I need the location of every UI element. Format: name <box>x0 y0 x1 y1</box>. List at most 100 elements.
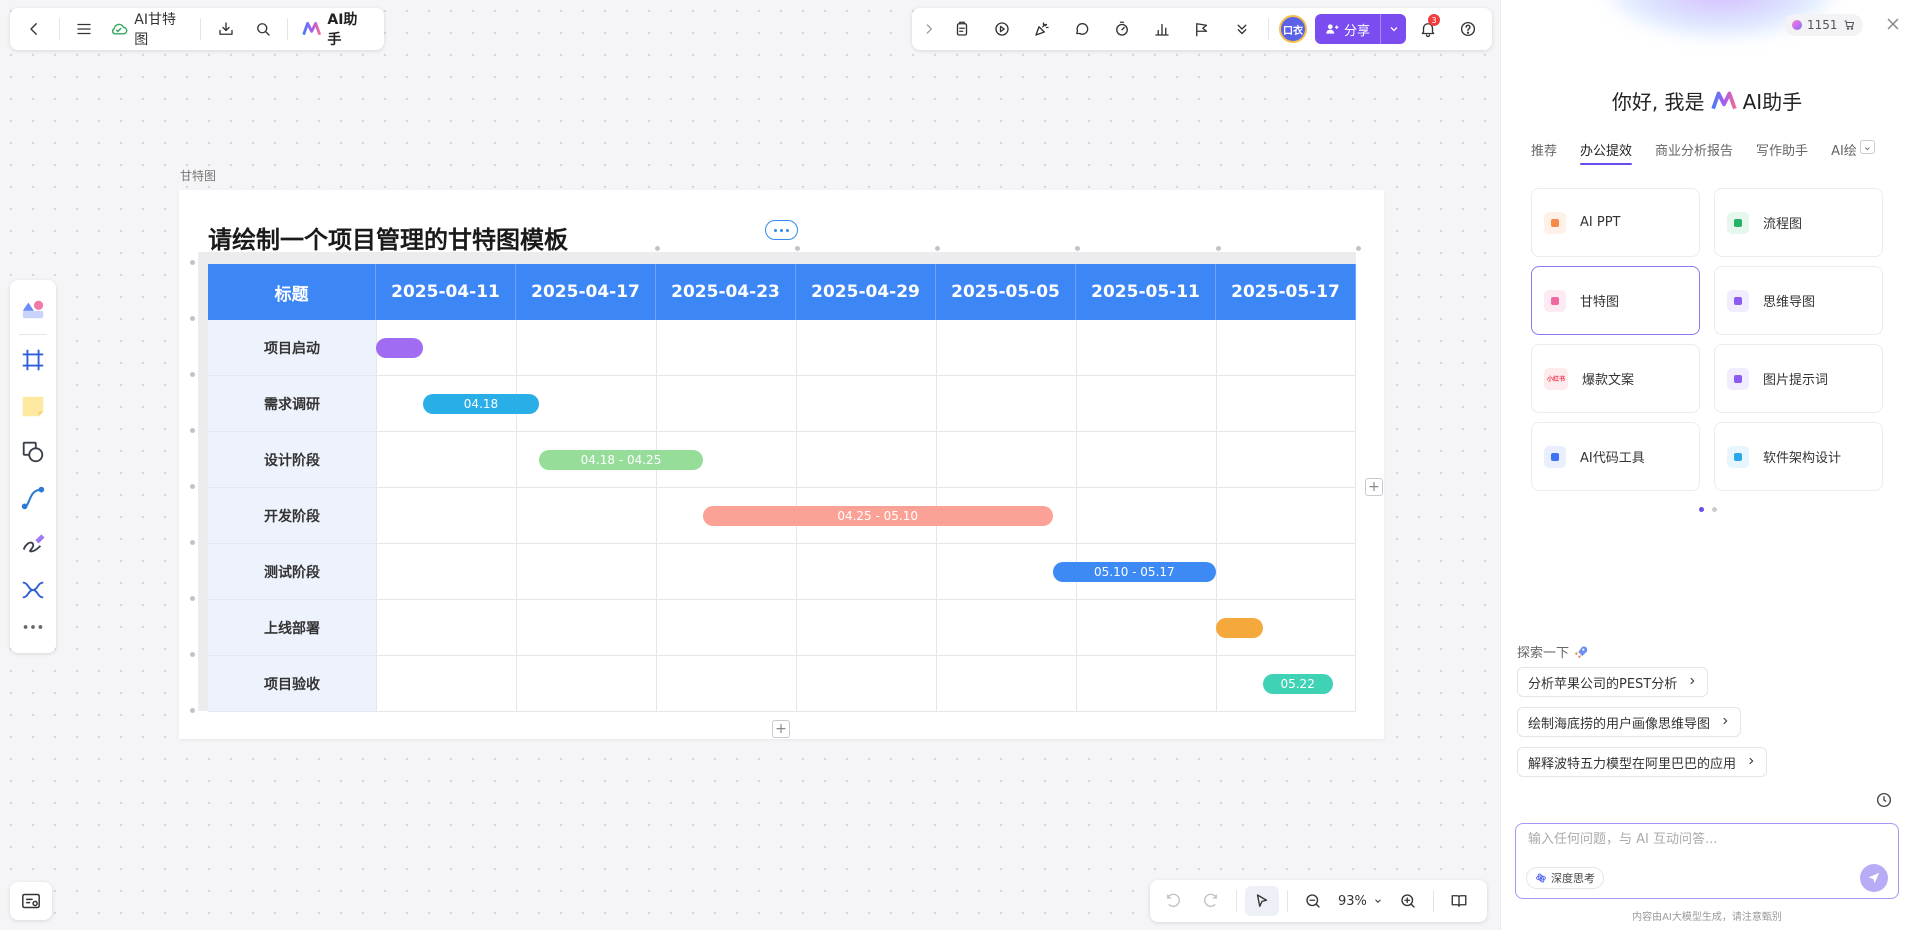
timer-button[interactable] <box>1104 14 1140 44</box>
more-tools-button[interactable] <box>1224 14 1260 44</box>
tool-card[interactable]: 图片提示词 <box>1714 344 1883 413</box>
tool-card[interactable]: 思维导图 <box>1714 266 1883 335</box>
back-button[interactable] <box>18 14 51 44</box>
tool-card[interactable]: 软件架构设计 <box>1714 422 1883 491</box>
row-handle[interactable] <box>190 540 195 545</box>
task-label[interactable]: 测试阶段 <box>208 544 376 600</box>
zoom-out-button[interactable] <box>1296 886 1330 916</box>
header-date-cell[interactable]: 2025-05-05 <box>936 264 1076 320</box>
tab-3[interactable]: 写作助手 <box>1756 140 1808 165</box>
shape-tool[interactable] <box>14 429 52 475</box>
column-handle[interactable] <box>1356 246 1361 251</box>
gantt-table[interactable]: 标题 2025-04-11 2025-04-17 2025-04-23 2025-04-… <box>208 264 1356 712</box>
credits-badge[interactable]: 1151 <box>1784 14 1863 36</box>
select-tool-button[interactable] <box>1245 886 1279 916</box>
suggestion-chip[interactable]: 绘制海底捞的用户画像思维导图 <box>1517 707 1742 737</box>
collapse-toolbar-button[interactable] <box>918 14 940 44</box>
undo-button[interactable] <box>1156 886 1190 916</box>
carousel-dot[interactable] <box>1712 507 1717 512</box>
row-handle[interactable] <box>190 316 195 321</box>
header-date-cell[interactable]: 2025-04-29 <box>796 264 936 320</box>
task-bar[interactable]: 04.18 <box>422 394 540 414</box>
tab-1[interactable]: 办公提效 <box>1580 140 1633 165</box>
minimap-toggle[interactable] <box>10 882 52 920</box>
frame-label[interactable]: 甘特图 <box>180 167 216 184</box>
present-button[interactable] <box>984 14 1020 44</box>
column-handle[interactable] <box>795 246 800 251</box>
connector-tool[interactable] <box>14 475 52 521</box>
zoom-in-button[interactable] <box>1391 886 1425 916</box>
row-handle[interactable] <box>190 260 195 265</box>
tool-card[interactable]: AI PPT <box>1531 188 1700 257</box>
close-icon[interactable] <box>1883 14 1903 34</box>
download-button[interactable] <box>209 14 242 44</box>
mindmap-tool[interactable] <box>14 567 52 613</box>
task-bar[interactable]: 05.22 <box>1262 674 1333 694</box>
add-column-button[interactable]: + <box>1365 478 1383 496</box>
gantt-title[interactable]: 请绘制一个项目管理的甘特图模板 <box>208 220 568 255</box>
tab-4[interactable]: AI绘 <box>1831 140 1857 165</box>
tab-0[interactable]: 推荐 <box>1531 140 1557 165</box>
header-date-cell[interactable]: 2025-04-23 <box>656 264 796 320</box>
task-bar[interactable]: 05.10 - 05.17 <box>1052 562 1216 582</box>
history-icon[interactable] <box>1875 791 1893 809</box>
column-handle[interactable] <box>655 246 660 251</box>
reading-mode-button[interactable] <box>1442 886 1476 916</box>
task-bar[interactable]: 04.18 - 04.25 <box>539 450 703 470</box>
task-label[interactable]: 开发阶段 <box>208 488 376 544</box>
avatar[interactable]: 口衣 <box>1279 15 1307 43</box>
column-handle[interactable] <box>1075 246 1080 251</box>
frame-tool[interactable] <box>14 337 52 383</box>
row-handle[interactable] <box>190 372 195 377</box>
zoom-level-dropdown[interactable]: 93% <box>1334 894 1387 909</box>
tool-card[interactable]: 流程图 <box>1714 188 1883 257</box>
row-handle[interactable] <box>190 652 195 657</box>
task-bar[interactable]: 04.25 - 05.10 <box>702 506 1053 526</box>
task-label[interactable]: 需求调研 <box>208 376 376 432</box>
task-label[interactable]: 项目启动 <box>208 320 376 376</box>
notification-button[interactable]: 3 <box>1410 14 1446 44</box>
task-bar[interactable] <box>1216 618 1263 638</box>
row-handle[interactable] <box>190 596 195 601</box>
search-button[interactable] <box>246 14 279 44</box>
task-bar[interactable] <box>376 338 423 358</box>
sticky-note-tool[interactable] <box>14 383 52 429</box>
header-date-cell[interactable]: 2025-05-17 <box>1216 264 1356 320</box>
column-handle[interactable] <box>1216 246 1221 251</box>
deep-think-toggle[interactable]: 深度思考 <box>1526 867 1604 889</box>
task-label[interactable]: 设计阶段 <box>208 432 376 488</box>
chat-input[interactable] <box>1528 832 1848 847</box>
comment-button[interactable] <box>1064 14 1100 44</box>
templates-tool[interactable] <box>14 286 52 332</box>
tool-card[interactable]: AI代码工具 <box>1531 422 1700 491</box>
clipboard-button[interactable] <box>944 14 980 44</box>
table-row-handle-strip[interactable] <box>198 252 208 711</box>
tool-card[interactable]: 甘特图 <box>1531 266 1700 335</box>
task-label[interactable]: 项目验收 <box>208 656 376 712</box>
tabs-more-chevron-icon[interactable]: ⌄ <box>1859 140 1876 154</box>
celebrate-button[interactable] <box>1024 14 1060 44</box>
chart-button[interactable] <box>1144 14 1180 44</box>
row-handle[interactable] <box>190 484 195 489</box>
more-options-button[interactable] <box>765 220 798 240</box>
share-button[interactable]: 分享 <box>1315 14 1380 44</box>
redo-button[interactable] <box>1194 886 1228 916</box>
task-label[interactable]: 上线部署 <box>208 600 376 656</box>
add-row-button[interactable]: + <box>772 720 790 738</box>
more-tools-button[interactable] <box>14 613 52 641</box>
tool-card[interactable]: 小红书 爆款文案 <box>1531 344 1700 413</box>
tab-2[interactable]: 商业分析报告 <box>1655 140 1733 165</box>
document-title[interactable]: AI甘特图 <box>105 9 192 49</box>
row-handle[interactable] <box>190 428 195 433</box>
row-handle[interactable] <box>190 708 195 713</box>
column-handle[interactable] <box>935 246 940 251</box>
carousel-dot-active[interactable] <box>1699 507 1704 512</box>
header-date-cell[interactable]: 2025-05-11 <box>1076 264 1216 320</box>
help-button[interactable] <box>1450 14 1486 44</box>
pen-tool[interactable] <box>14 521 52 567</box>
vote-button[interactable] <box>1184 14 1220 44</box>
suggestion-chip[interactable]: 解释波特五力模型在阿里巴巴的应用 <box>1517 747 1768 777</box>
menu-button[interactable] <box>68 14 101 44</box>
send-button[interactable] <box>1860 864 1888 892</box>
header-date-cell[interactable]: 2025-04-11 <box>376 264 516 320</box>
